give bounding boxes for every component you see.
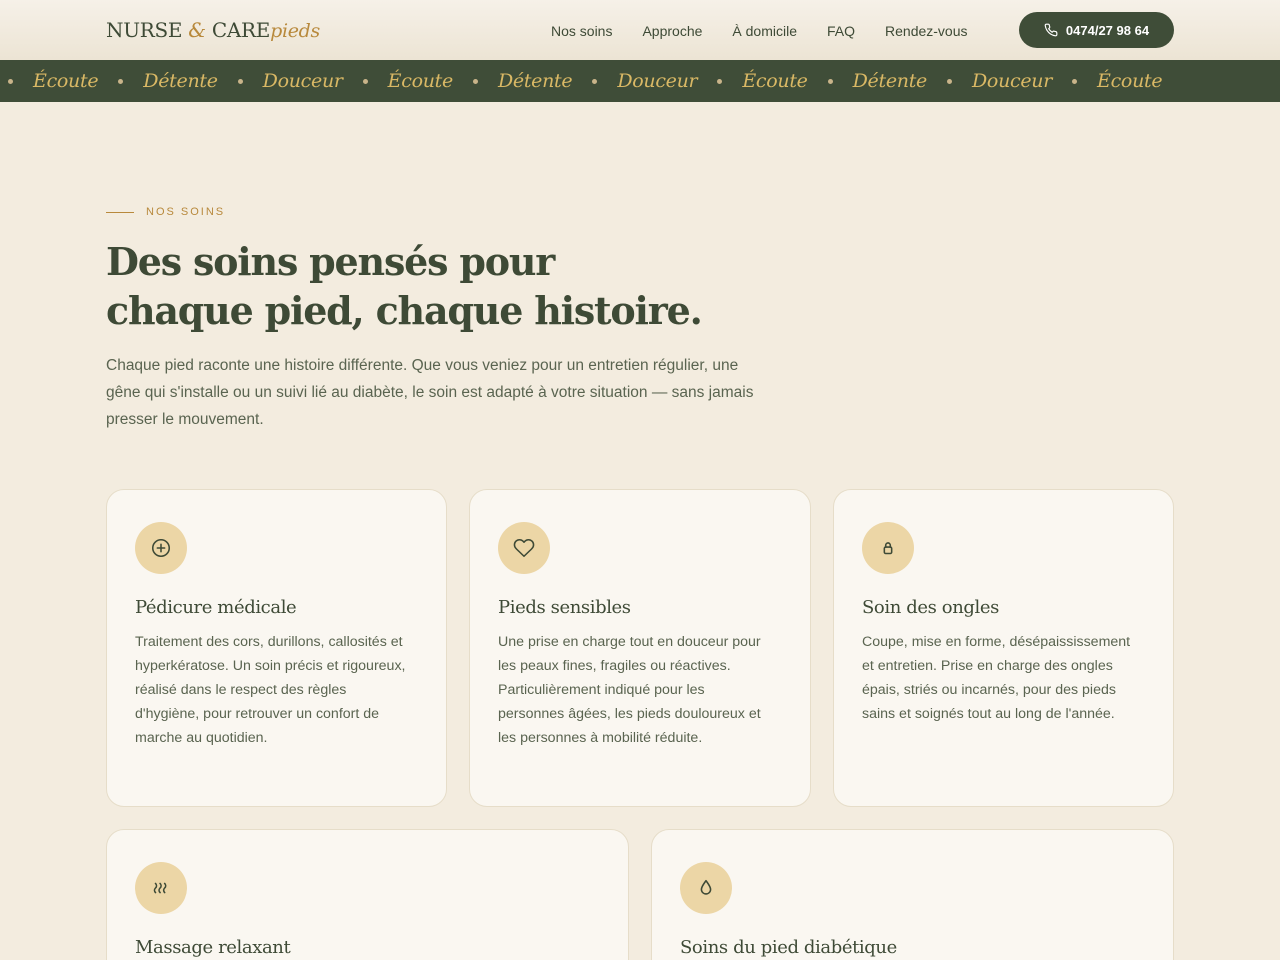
marquee-word: Détente	[143, 70, 218, 92]
card-icon-badge	[498, 522, 550, 574]
card-icon-badge	[135, 522, 187, 574]
marquee-word: Douceur	[262, 70, 343, 92]
marquee-dot	[8, 78, 13, 84]
card-title: Soin des ongles	[862, 597, 999, 618]
marquee-word: Écoute	[1097, 70, 1163, 92]
card-text: Coupe, mise en forme, désépaississement …	[862, 634, 1131, 722]
marquee-word: Écoute	[742, 70, 808, 92]
title-line-1: Des soins pensés pour	[106, 239, 555, 284]
marquee-dot	[592, 78, 598, 84]
eyebrow-text: NOS SOINS	[146, 206, 226, 218]
logo-text-nurse: NURSE	[106, 18, 183, 42]
marquee-item: Détente	[118, 70, 237, 92]
marquee-item: Détente	[472, 70, 592, 92]
marquee-word: Détente	[852, 70, 928, 92]
card-title: Soins du pied diabétique	[680, 937, 897, 958]
card-icon-badge	[135, 862, 187, 914]
marquee-item: Douceur	[592, 70, 717, 92]
logo-text-care: CARE	[211, 18, 271, 42]
card-title: Massage relaxant	[135, 937, 291, 958]
logo-text-pieds: pieds	[270, 20, 320, 42]
plus-circle-icon	[151, 538, 171, 558]
marquee-item: Écoute	[8, 70, 118, 92]
service-card-ongles[interactable]: Soin des ongles Coupe, mise en forme, dé…	[833, 489, 1174, 807]
values-marquee: Écoute Détente Douceur Écoute Détente Douceur…	[0, 60, 1280, 102]
marquee-dot	[118, 78, 124, 84]
marquee-word: Écoute	[387, 70, 454, 92]
marquee-word: Douceur	[617, 70, 698, 92]
marquee-item: Écoute	[717, 70, 827, 92]
marquee-item: Écoute	[1072, 70, 1182, 92]
card-icon-badge	[680, 862, 732, 914]
marquee-item: Détente	[827, 70, 947, 92]
marquee-dot	[717, 78, 723, 84]
marquee-dot	[947, 78, 952, 84]
nav-link-approche[interactable]: Approche	[642, 22, 702, 40]
service-card-pieds-sensibles[interactable]: Pieds sensibles Une prise en charge tout…	[469, 489, 811, 807]
section-lead: Chaque pied raconte une histoire différe…	[106, 357, 754, 428]
title-line-2: chaque pied, chaque histoire.	[106, 288, 703, 333]
marquee-word: Écoute	[33, 70, 99, 92]
nav-link-faq[interactable]: FAQ	[827, 22, 855, 40]
marquee-track: Écoute Détente Douceur Écoute Détente Douceur…	[8, 60, 1182, 102]
marquee-item: Écoute	[362, 70, 473, 92]
marquee-item: Douceur	[947, 70, 1072, 92]
phone-button[interactable]: 0474/27 98 64	[1019, 12, 1174, 48]
section-eyebrow: NOS SOINS	[106, 206, 225, 218]
waves-icon	[153, 882, 167, 894]
logo-ampersand: &	[188, 18, 206, 42]
site-logo[interactable]: NURSE & CAREpieds	[106, 16, 320, 45]
marquee-word: Détente	[497, 70, 573, 92]
site-header: NURSE & CAREpieds Nos soins Approche À d…	[0, 0, 1280, 60]
heart-icon	[513, 538, 535, 558]
lock-icon	[883, 542, 893, 555]
marquee-dot	[472, 78, 478, 84]
marquee-dot	[827, 78, 833, 84]
service-card-massage[interactable]: Massage relaxant	[106, 829, 629, 960]
main-nav: Nos soins Approche À domicile FAQ Rendez…	[551, 22, 998, 40]
marquee-dot	[237, 78, 243, 84]
marquee-word: Douceur	[972, 70, 1053, 92]
nav-link-nos-soins[interactable]: Nos soins	[551, 22, 612, 40]
card-icon-badge	[862, 522, 914, 574]
marquee-dot	[362, 78, 368, 84]
card-text: Traitement des cors, durillons, callosit…	[135, 634, 406, 746]
card-text: Une prise en charge tout en douceur pour…	[498, 634, 761, 746]
card-title: Pieds sensibles	[498, 597, 631, 618]
service-card-pedicure[interactable]: Pédicure médicale Traitement des cors, d…	[106, 489, 447, 807]
card-title: Pédicure médicale	[135, 597, 297, 618]
nav-link-a-domicile[interactable]: À domicile	[732, 22, 797, 40]
phone-icon	[1044, 23, 1058, 37]
eyebrow-line	[106, 211, 134, 213]
service-card-pied-diabetique[interactable]: Soins du pied diabétique	[651, 829, 1174, 960]
nav-link-rendez-vous[interactable]: Rendez-vous	[885, 22, 968, 40]
phone-number: 0474/27 98 64	[1065, 22, 1150, 38]
marquee-dot	[1072, 78, 1078, 84]
drop-icon	[700, 879, 712, 895]
marquee-item: Douceur	[237, 70, 363, 92]
section-title: Des soins pensés pour chaque pied, chaqu…	[106, 237, 806, 335]
